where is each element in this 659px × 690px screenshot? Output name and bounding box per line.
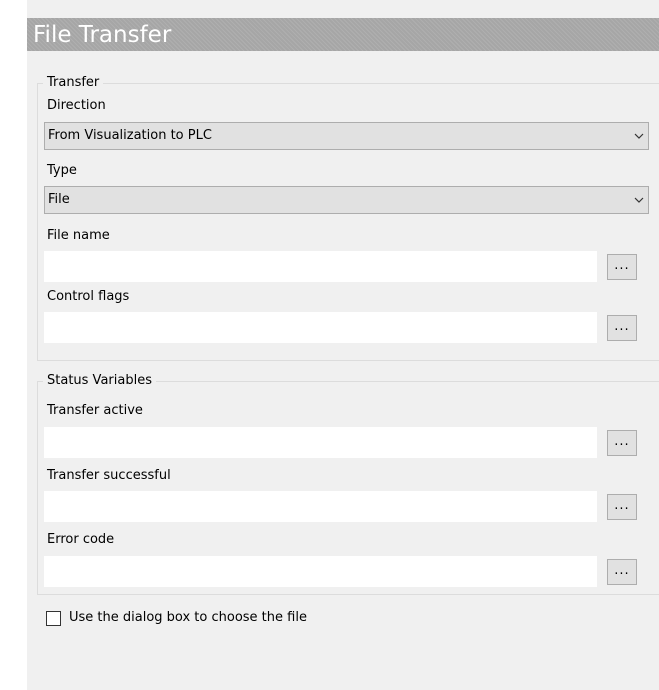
transfer-successful-input[interactable] bbox=[44, 491, 597, 522]
use-dialog-label[interactable]: Use the dialog box to choose the file bbox=[69, 609, 307, 627]
use-dialog-checkbox[interactable] bbox=[46, 611, 61, 626]
type-dropdown[interactable]: File bbox=[44, 186, 649, 214]
direction-value: From Visualization to PLC bbox=[48, 128, 212, 143]
title-bar: File Transfer bbox=[27, 18, 659, 51]
page-title: File Transfer bbox=[33, 22, 172, 48]
transfer-active-input[interactable] bbox=[44, 427, 597, 458]
control-flags-label: Control flags bbox=[47, 289, 130, 304]
error-code-browse-button[interactable]: ... bbox=[607, 559, 637, 585]
control-flags-input[interactable] bbox=[44, 312, 597, 343]
type-label: Type bbox=[47, 163, 77, 178]
status-group-legend: Status Variables bbox=[43, 372, 156, 390]
error-code-label: Error code bbox=[47, 532, 115, 547]
control-flags-browse-button[interactable]: ... bbox=[607, 315, 637, 341]
file-name-browse-button[interactable]: ... bbox=[607, 254, 637, 280]
direction-dropdown[interactable]: From Visualization to PLC bbox=[44, 122, 649, 150]
error-code-input[interactable] bbox=[44, 556, 597, 587]
file-name-label: File name bbox=[47, 228, 110, 243]
transfer-active-label: Transfer active bbox=[47, 403, 143, 418]
direction-label: Direction bbox=[47, 98, 106, 113]
type-value: File bbox=[48, 192, 70, 207]
chevron-down-icon bbox=[634, 197, 644, 203]
transfer-active-browse-button[interactable]: ... bbox=[607, 430, 637, 456]
transfer-successful-label: Transfer successful bbox=[47, 468, 171, 483]
transfer-group-legend: Transfer bbox=[43, 74, 104, 92]
file-name-input[interactable] bbox=[44, 251, 597, 282]
chevron-down-icon bbox=[634, 133, 644, 139]
transfer-successful-browse-button[interactable]: ... bbox=[607, 494, 637, 520]
